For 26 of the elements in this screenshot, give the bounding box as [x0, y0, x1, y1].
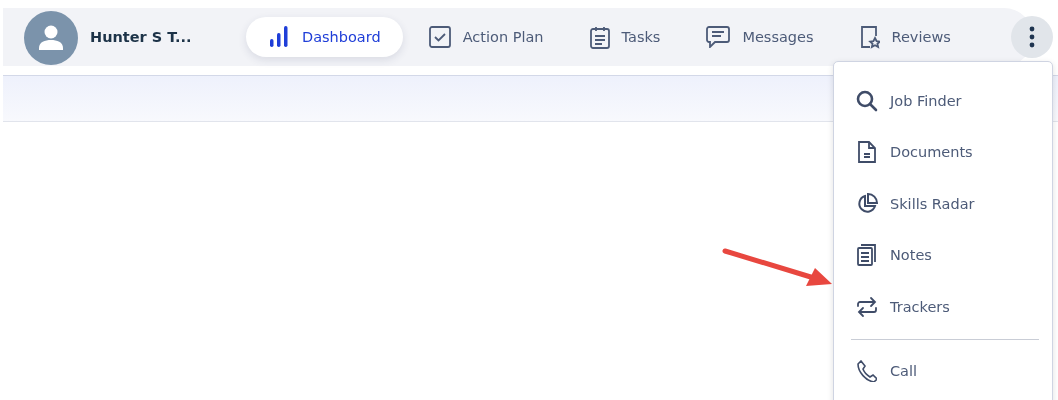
nav-tab[interactable]: Dashboard [246, 17, 403, 57]
menu-item[interactable]: Skills Radar [834, 178, 1052, 230]
user-name: Hunter S T... [90, 29, 192, 45]
menu-item[interactable]: Call [834, 345, 1052, 397]
clipboard-icon [589, 25, 610, 49]
avatar-icon[interactable] [24, 11, 78, 65]
bar-chart-icon [268, 25, 290, 49]
menu-item[interactable]: Trackers [834, 281, 1052, 333]
chat-bubble-icon [706, 26, 731, 48]
nav-tab[interactable]: Action Plan [408, 17, 564, 57]
nav-tab[interactable]: Messages [686, 17, 834, 57]
checkbox-icon [428, 26, 451, 48]
pie-chart-icon [856, 192, 878, 215]
menu-item[interactable]: Notes [834, 229, 1052, 281]
nav-tab[interactable]: Reviews [839, 17, 971, 57]
search-icon [856, 89, 878, 112]
document-star-icon [859, 25, 880, 49]
nav-tab[interactable]: Tasks [569, 17, 681, 57]
more-options-icon [1029, 25, 1035, 49]
menu-item[interactable]: Documents [834, 126, 1052, 178]
document-icon [858, 141, 876, 164]
notes-icon [857, 244, 877, 267]
more-options-button[interactable] [1011, 16, 1053, 58]
menu-item[interactable]: Job Finder [834, 75, 1052, 127]
phone-icon [857, 360, 877, 383]
repeat-arrows-icon [856, 295, 878, 318]
